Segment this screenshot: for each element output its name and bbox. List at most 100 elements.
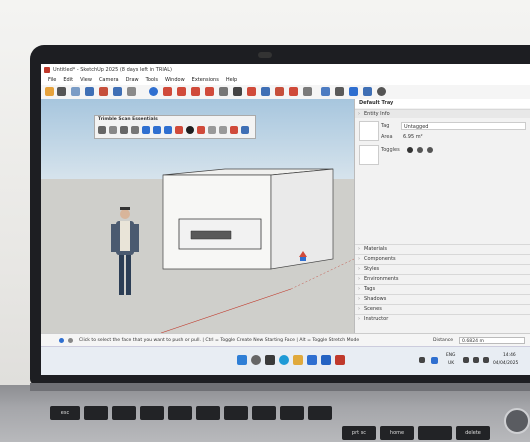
key-home[interactable]: home [380, 426, 414, 440]
hidden-toggle-icon[interactable] [427, 147, 433, 153]
panel-instructor[interactable]: Instructor [355, 314, 530, 324]
taskbar-search-icon[interactable] [251, 355, 261, 365]
area-label: Area [381, 134, 393, 140]
entity-info-header[interactable]: Entity Info [355, 109, 530, 119]
geolocation-icon[interactable] [59, 338, 64, 343]
sketchup-taskbar-icon[interactable] [335, 355, 345, 365]
menu-file[interactable]: File [48, 76, 56, 85]
distance-input[interactable]: 0.6824 m [459, 337, 525, 344]
key-f9[interactable] [308, 406, 332, 420]
key-f12[interactable] [418, 426, 452, 440]
scan-essentials-toolbar[interactable]: Trimble Scan Essentials [94, 115, 256, 139]
battery-icon[interactable] [483, 357, 489, 363]
warehouse-icon[interactable] [321, 87, 330, 96]
panel-scenes[interactable]: Scenes [355, 304, 530, 314]
area-value: 6.95 m² [403, 134, 423, 140]
extension-manager-icon[interactable] [363, 87, 372, 96]
select-tool-icon[interactable] [57, 87, 66, 96]
panel-tags[interactable]: Tags [355, 284, 530, 294]
edge-icon[interactable] [279, 355, 289, 365]
axes-tool-icon[interactable] [247, 87, 256, 96]
line-tool-icon[interactable] [85, 87, 94, 96]
face-thumbnail-icon [359, 121, 379, 141]
file-explorer-icon[interactable] [293, 355, 303, 365]
pan-tool-icon[interactable] [275, 87, 284, 96]
panel-environments[interactable]: Environments [355, 274, 530, 284]
drop-filled-icon[interactable] [164, 126, 172, 134]
key-delete[interactable]: delete [456, 426, 490, 440]
panel-shadows[interactable]: Shadows [355, 294, 530, 304]
store-icon[interactable] [307, 355, 317, 365]
measure-icon[interactable] [197, 126, 205, 134]
key-f1[interactable] [84, 406, 108, 420]
start-icon[interactable] [237, 355, 247, 365]
model-viewport[interactable]: Trimble Scan Essentials [41, 99, 354, 333]
shape-tool-icon[interactable] [127, 87, 136, 96]
menu-edit[interactable]: Edit [63, 76, 73, 85]
key-f6[interactable] [224, 406, 248, 420]
key-f2[interactable] [112, 406, 136, 420]
folder-icon[interactable] [98, 126, 106, 134]
settings-icon[interactable] [109, 126, 117, 134]
text-tool-icon[interactable] [233, 87, 242, 96]
add-point-icon[interactable] [186, 126, 194, 134]
magnet-icon[interactable] [175, 126, 183, 134]
rotate-tool-icon[interactable] [177, 87, 186, 96]
zoom-tool-icon[interactable] [289, 87, 298, 96]
key-f7[interactable] [252, 406, 276, 420]
hexagon-icon[interactable] [208, 126, 216, 134]
push-pull-tool-icon[interactable] [149, 87, 158, 96]
offset-tool-icon[interactable] [205, 87, 214, 96]
checkbox-icon[interactable] [131, 126, 139, 134]
key-f8[interactable] [280, 406, 304, 420]
clock-time[interactable]: 14:46 [503, 353, 516, 358]
volume-icon[interactable] [473, 357, 479, 363]
cast-shadows-toggle-icon[interactable] [417, 147, 423, 153]
drop-icon[interactable] [142, 126, 150, 134]
scale-figure-leg-left [119, 255, 124, 295]
menu-window[interactable]: Window [165, 76, 185, 85]
close-icon[interactable] [120, 126, 128, 134]
extension-warehouse-icon[interactable] [335, 87, 344, 96]
title-bar: Untitled* - SketchUp 2025 (8 days left i… [41, 64, 530, 76]
tape-measure-icon[interactable] [219, 87, 228, 96]
credits-icon[interactable] [68, 338, 73, 343]
chevron-up-icon[interactable] [419, 357, 425, 363]
menu-extensions[interactable]: Extensions [192, 76, 219, 85]
key-esc[interactable]: esc [50, 406, 80, 420]
key-prt-sc[interactable]: prt sc [342, 426, 376, 440]
menu-view[interactable]: View [80, 76, 92, 85]
orbit-tool-icon[interactable] [261, 87, 270, 96]
search-tool-icon[interactable] [45, 87, 54, 96]
panel-styles[interactable]: Styles [355, 264, 530, 274]
menu-tools[interactable]: Tools [146, 76, 158, 85]
power-button[interactable] [504, 408, 530, 434]
key-f4[interactable] [168, 406, 192, 420]
rectangle-tool-icon[interactable] [99, 87, 108, 96]
outlook-icon[interactable] [321, 355, 331, 365]
panel-materials[interactable]: Materials [355, 244, 530, 254]
panel-components[interactable]: Components [355, 254, 530, 264]
plane-icon[interactable] [241, 126, 249, 134]
layout-icon[interactable] [349, 87, 358, 96]
wifi-icon[interactable] [463, 357, 469, 363]
eraser-tool-icon[interactable] [71, 87, 80, 96]
language-indicator[interactable]: ENG [446, 353, 455, 358]
tray-app-icon[interactable] [431, 357, 438, 364]
key-f3[interactable] [140, 406, 164, 420]
receive-shadows-toggle-icon[interactable] [407, 147, 413, 153]
move-tool-icon[interactable] [163, 87, 172, 96]
scale-tool-icon[interactable] [191, 87, 200, 96]
hexagon-outline-icon[interactable] [219, 126, 227, 134]
task-view-icon[interactable] [265, 355, 275, 365]
arc-tool-icon[interactable] [113, 87, 122, 96]
menu-camera[interactable]: Camera [99, 76, 119, 85]
zoom-extents-icon[interactable] [303, 87, 312, 96]
drop-outline-icon[interactable] [153, 126, 161, 134]
menu-draw[interactable]: Draw [126, 76, 139, 85]
key-f5[interactable] [196, 406, 220, 420]
record-icon[interactable] [230, 126, 238, 134]
tag-select[interactable]: Untagged [401, 122, 526, 130]
menu-help[interactable]: Help [226, 76, 237, 85]
user-account-icon[interactable] [377, 87, 386, 96]
